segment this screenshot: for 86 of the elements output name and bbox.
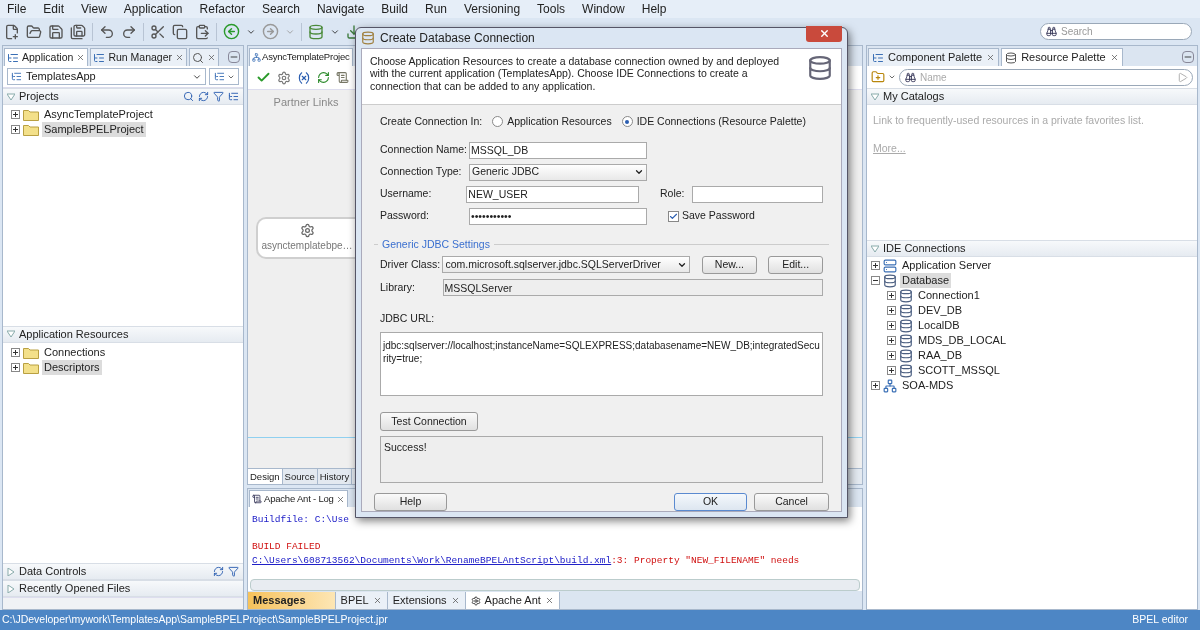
section-title: Application Resources (19, 326, 129, 342)
bottom-tab[interactable]: Messages (248, 592, 336, 609)
tree-item[interactable]: Application Server (900, 258, 994, 273)
menu-item[interactable]: Run (425, 1, 447, 17)
radio-option[interactable]: IDE Connections (Resource Palette) (621, 113, 806, 130)
process-node[interactable]: asynctemplatebpe… (256, 216, 356, 259)
field-label: Library: (380, 279, 416, 295)
panel-tab[interactable]: Component Palette (868, 48, 1000, 66)
radio-option[interactable]: Application Resources (492, 113, 612, 130)
jdbc-url-field[interactable]: jdbc:sqlserver://localhost;instanceName=SQLEXPRESS;databasename=NEW_DB;integratedSecurity=true; (380, 332, 823, 396)
panel-tab[interactable]: Application (4, 48, 89, 66)
tree-item[interactable]: Connection1 (916, 288, 982, 303)
tree-item[interactable]: Connections (42, 344, 108, 360)
ok-button[interactable]: OK (674, 492, 747, 511)
dialog-description: Choose Application Resources to create a database connection owned by and deployed with the current application (TemplatesApp). Choose IDE Connections to create a connection that can be added to any application. (370, 54, 781, 92)
field-label: Create Connection In: (380, 113, 483, 129)
tree-item[interactable]: Descriptors (42, 359, 102, 375)
hint-text: Link to frequently-used resources in a private favorites list. (873, 113, 1145, 128)
view-tab[interactable]: Source (282, 469, 318, 484)
menu-item[interactable]: File (7, 1, 27, 17)
field-label: Driver Class: (380, 256, 442, 272)
username-field[interactable]: NEW_USER (466, 185, 639, 203)
log-line: C:\Users\608713562\Documents\Work\RenameBPELAntScript\build.xml:3: Property "NEW_FILENAME" needs (252, 554, 801, 567)
help-button[interactable]: Help (374, 492, 447, 511)
connection-type-dropdown[interactable]: Generic JDBC (469, 163, 647, 181)
log-line: Buildfile: C:\Use (252, 513, 350, 526)
password-field[interactable]: ••••••••••• (469, 207, 647, 225)
file-path: C:\JDeveloper\mywork\TemplatesApp\SampleBPELProject\SampleBPELProject.jpr (2, 612, 388, 628)
menu-item[interactable]: Refactor (199, 1, 245, 17)
panel-tab[interactable]: Resource Palette (1001, 48, 1123, 66)
field-label: JDBC URL: (380, 311, 436, 327)
cancel-button[interactable]: Cancel (754, 492, 829, 511)
editor-tab[interactable]: AsyncTemplateProjec (249, 48, 353, 66)
tree-item[interactable]: LocalDB (916, 318, 962, 333)
dialog-title: Create Database Connection (380, 29, 535, 47)
section-title: IDE Connections (883, 241, 966, 257)
field-label: Username: (380, 186, 433, 202)
view-tab[interactable]: Design (248, 469, 283, 484)
menu-item[interactable]: Edit (43, 1, 65, 17)
lane-label: Partner Links (273, 95, 339, 110)
field-label: Password: (380, 208, 431, 224)
menu-item[interactable]: Window (582, 1, 625, 17)
driver-class-dropdown[interactable]: com.microsoft.sqlserver.jdbc.SQLServerDriver (442, 256, 690, 274)
tree-item[interactable]: Database (900, 273, 952, 288)
menu-item[interactable]: Help (641, 1, 667, 17)
test-connection-button[interactable]: Test Connection (380, 412, 478, 431)
section-title: Data Controls (19, 564, 87, 580)
tree-item[interactable]: SCOTT_MSSQL (916, 363, 1002, 378)
connection-name-field[interactable]: MSSQL_DB (469, 141, 647, 159)
log-line: BUILD FAILED (252, 540, 322, 553)
tree-item[interactable]: DEV_DB (916, 303, 965, 318)
menu-item[interactable]: Application (123, 1, 183, 17)
section-title: Recently Opened Files (19, 581, 131, 597)
file-link[interactable]: C:\Users\608713562\Documents\Work\RenameBPELAntScript\build.xml (252, 555, 612, 566)
menu-item[interactable]: Navigate (316, 1, 365, 17)
menu-item[interactable]: Versioning (464, 1, 521, 17)
save-password-checkbox[interactable]: Save Password (668, 208, 755, 224)
editor-mode: BPEL editor (1132, 612, 1188, 628)
field-label: Role: (660, 186, 686, 202)
tree-item[interactable]: RAA_DB (916, 348, 965, 363)
panel-tab[interactable]: Run Manager (90, 48, 187, 66)
field-label: Connection Type: (380, 164, 463, 180)
view-tab[interactable]: History (317, 469, 353, 484)
edit-button[interactable]: Edit... (768, 255, 823, 274)
bottom-tab[interactable]: Extensions (387, 592, 466, 609)
tree-item[interactable]: MDS_DB_LOCAL (916, 333, 1009, 348)
log-tab[interactable]: Apache Ant - Log (249, 490, 348, 507)
application-dropdown[interactable]: TemplatesApp (7, 68, 206, 85)
library-field[interactable]: MSSQLServer (442, 279, 823, 297)
search-field[interactable]: Search (1040, 23, 1192, 40)
tree-item[interactable]: SOA-MDS (900, 378, 956, 393)
menu-item[interactable]: Search (261, 1, 300, 17)
field-label: Connection Name: (380, 142, 468, 158)
tree-item[interactable]: AsyncTemplateProject (42, 107, 155, 122)
bottom-tab[interactable]: BPEL (335, 592, 388, 609)
menu-item[interactable]: View (81, 1, 107, 17)
section-title: Projects (19, 89, 59, 105)
name-search-field[interactable]: Name (899, 68, 1193, 86)
group-title: Generic JDBC Settings (382, 236, 490, 252)
tree-item[interactable]: SampleBPELProject (42, 122, 146, 137)
menu-item[interactable]: Tools (537, 1, 566, 17)
menu-item[interactable]: Build (381, 1, 408, 17)
test-result-field: Success! (380, 436, 823, 483)
section-title: My Catalogs (883, 89, 945, 105)
bottom-tab[interactable]: Apache Ant (465, 592, 560, 609)
new-button[interactable]: New... (701, 255, 758, 274)
